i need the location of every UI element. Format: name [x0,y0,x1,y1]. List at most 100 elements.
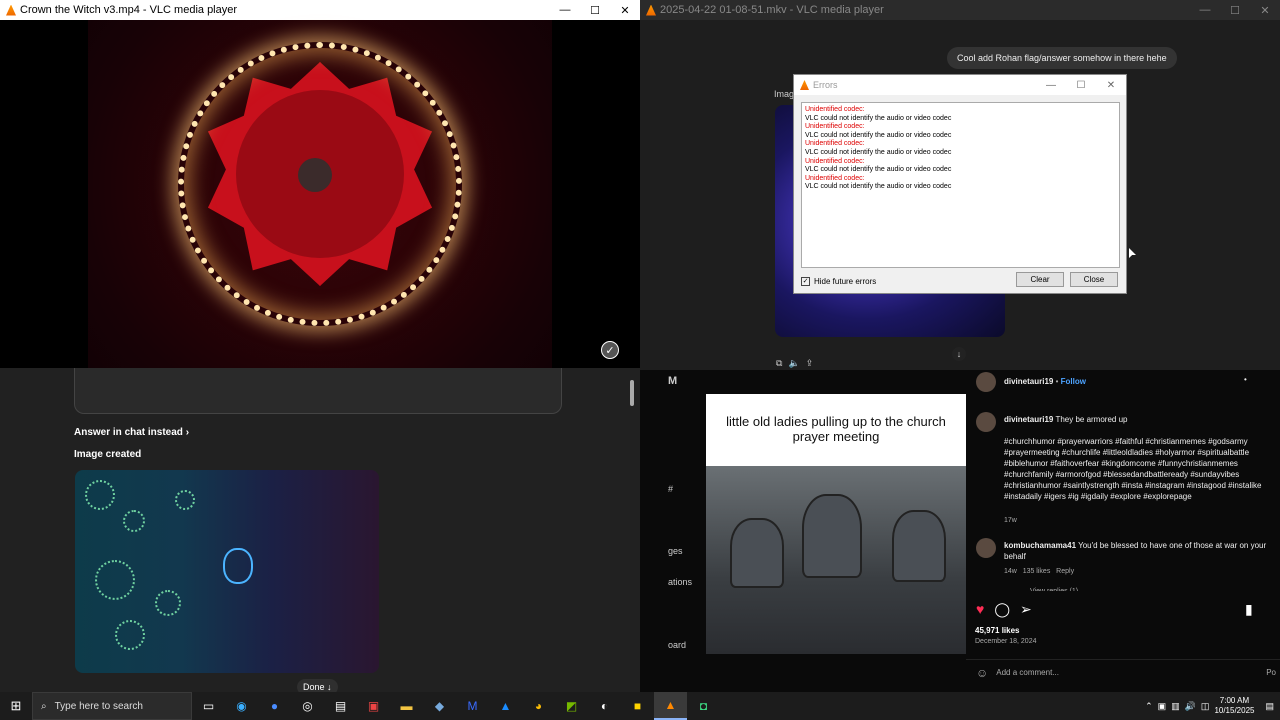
error-message: VLC could not identify the audio or vide… [805,148,952,156]
header-username[interactable]: divinetauri19 [1004,377,1053,386]
error-heading: Unidentified codec: [805,140,865,148]
speaker-icon[interactable]: 🔈 [788,358,799,369]
sticky-notes-icon[interactable]: ■ [621,692,654,720]
post-image-caption: little old ladies pulling up to the chur… [726,414,946,444]
knights-image [706,466,966,654]
avatar[interactable] [976,538,996,558]
nvidia-icon[interactable]: ◩ [555,692,588,720]
nav-label-1[interactable]: # [668,484,673,494]
vlc-taskbar-icon[interactable]: ▲ [654,692,687,720]
clock-time: 7:00 AM [1219,696,1250,705]
app-icon-5[interactable]: ◆ [423,692,456,720]
instagram-pane: M # ges ations oard little old ladies pu… [640,370,1280,692]
vlc-window-crown-the-witch: Crown the Witch v3.mp4 - VLC media playe… [0,0,640,368]
chat-scrollbar[interactable] [630,380,634,406]
likes-count[interactable]: 45,971 likes [975,626,1019,635]
nav-label-2[interactable]: ges [668,546,683,556]
close-dialog-button[interactable]: Close [1070,272,1118,287]
app-icon-4[interactable]: ▣ [357,692,390,720]
taskbar-search[interactable]: ⌕ Type here to search [32,692,192,720]
nav-label-3[interactable]: ations [668,577,692,587]
task-view-icon[interactable]: ▭ [192,692,225,720]
view-replies-link[interactable]: View replies (1) [1030,586,1078,591]
search-placeholder: Type here to search [54,700,143,712]
clock[interactable]: 7:00 AM 10/15/2025 [1214,696,1254,716]
comment-username[interactable]: kombuchamama41 [1004,541,1076,550]
clear-button[interactable]: Clear [1016,272,1064,287]
more-options-icon[interactable]: • [1244,374,1247,385]
maximize-button[interactable]: ☐ [580,0,610,20]
post-image[interactable]: little old ladies pulling up to the chur… [706,394,966,654]
post-caption: divinetauri19 They be armored up [1004,414,1274,425]
hide-future-errors-label: Hide future errors [814,276,877,286]
tray-misc-icon[interactable]: ◫ [1201,701,1210,712]
close-button[interactable]: ✕ [1096,75,1126,95]
answer-in-chat-link[interactable]: Answer in chat instead › [74,427,189,438]
chat-message-bubble: Cool add Rohan flag/answer somehow in th… [947,47,1177,69]
close-button[interactable]: ✕ [610,0,640,20]
notifications-icon[interactable]: ▤ [1265,701,1274,712]
file-explorer-icon[interactable]: ▬ [390,692,423,720]
scroll-down-icon[interactable]: ↓ [952,347,966,361]
comment: kombuchamama41 You'd be blessed to have … [1004,540,1274,562]
bug-icon [223,548,253,584]
post-comment-button[interactable]: Po [1266,668,1276,677]
heart-icon[interactable]: ♥ [976,601,984,618]
hide-future-errors-checkbox[interactable]: ✓ [801,276,810,286]
error-message: VLC could not identify the audio or vide… [805,166,952,174]
tray-chevron-icon[interactable]: ⌃ [1145,701,1153,712]
app-icon-8[interactable]: ◘ [687,692,720,720]
app-icon-3[interactable]: ▤ [324,692,357,720]
add-comment-input[interactable]: Add a comment... [996,668,1059,677]
obs-icon[interactable]: ◐ [588,692,621,720]
network-icon[interactable]: ▥ [1171,701,1180,712]
nav-label-4[interactable]: oard [668,640,686,650]
windows-start-icon[interactable]: ⊞ [0,692,32,720]
vlc2-title: 2025-04-22 01-08-51.mkv - VLC media play… [660,4,884,16]
copy-icon[interactable]: ⧉ [776,358,782,369]
instagram-left-nav: M # ges ations oard [668,370,704,692]
maximize-button[interactable]: ☐ [1220,0,1250,20]
avatar[interactable] [976,372,996,392]
error-heading: Unidentified codec: [805,174,865,182]
error-heading: Unidentified codec: [805,123,865,131]
vlc2-titlebar[interactable]: 2025-04-22 01-08-51.mkv - VLC media play… [640,0,1280,20]
follow-button[interactable]: Follow [1061,377,1086,386]
reply-button[interactable]: Reply [1056,568,1074,575]
app-icon-7[interactable]: ▲ [489,692,522,720]
tray-app-icon[interactable]: ▣ [1158,701,1167,712]
minimize-button[interactable]: — [1036,75,1066,95]
add-comment-row[interactable]: ☺ Add a comment... Po [966,659,1280,685]
post-date: December 18, 2024 [975,638,1037,645]
generated-virus-image[interactable] [75,470,379,673]
bookmark-icon[interactable]: ▮ [1245,601,1253,618]
share-icon[interactable]: ➢ [1020,601,1032,618]
image-actions: ⧉ 🔈 ⇪ [776,358,813,369]
hashtags[interactable]: #churchhumor #prayerwarriors #faithful #… [1004,436,1276,512]
nav-label-0[interactable]: M [668,375,677,387]
minimize-button[interactable]: — [1190,0,1220,20]
app-icon-6[interactable]: M [456,692,489,720]
edge-icon[interactable]: ◉ [225,692,258,720]
close-button[interactable]: ✕ [1250,0,1280,20]
comment-likes[interactable]: 135 likes [1023,568,1051,575]
error-message: VLC could not identify the audio or vide… [805,183,952,191]
chat-input-box[interactable] [74,368,634,414]
avatar[interactable] [976,412,996,432]
app-icon-2[interactable]: ◎ [291,692,324,720]
system-tray: ⌃ ▣ ▥ 🔊 ◫ 7:00 AM 10/15/2025 ▤ [1145,692,1280,720]
minimize-button[interactable]: — [550,0,580,20]
maximize-button[interactable]: ☐ [1066,75,1096,95]
chrome-icon[interactable]: ◕ [522,692,555,720]
share-icon[interactable]: ⇪ [806,358,814,369]
volume-icon[interactable]: 🔊 [1185,701,1196,712]
comment-icon[interactable]: ◯ [994,601,1010,618]
errors-titlebar[interactable]: Errors — ☐ ✕ [794,75,1126,95]
caption-text: They be armored up [1055,415,1128,424]
app-icon-1[interactable]: ● [258,692,291,720]
vlc1-titlebar[interactable]: Crown the Witch v3.mp4 - VLC media playe… [0,0,640,20]
errors-log[interactable]: Unidentified codec: VLC could not identif… [801,102,1120,268]
caption-username[interactable]: divinetauri19 [1004,415,1053,424]
emoji-icon[interactable]: ☺ [976,666,988,680]
taskbar: ⊞ ⌕ Type here to search ▭ ◉ ● ◎ ▤ ▣ ▬ ◆ … [0,692,1280,720]
